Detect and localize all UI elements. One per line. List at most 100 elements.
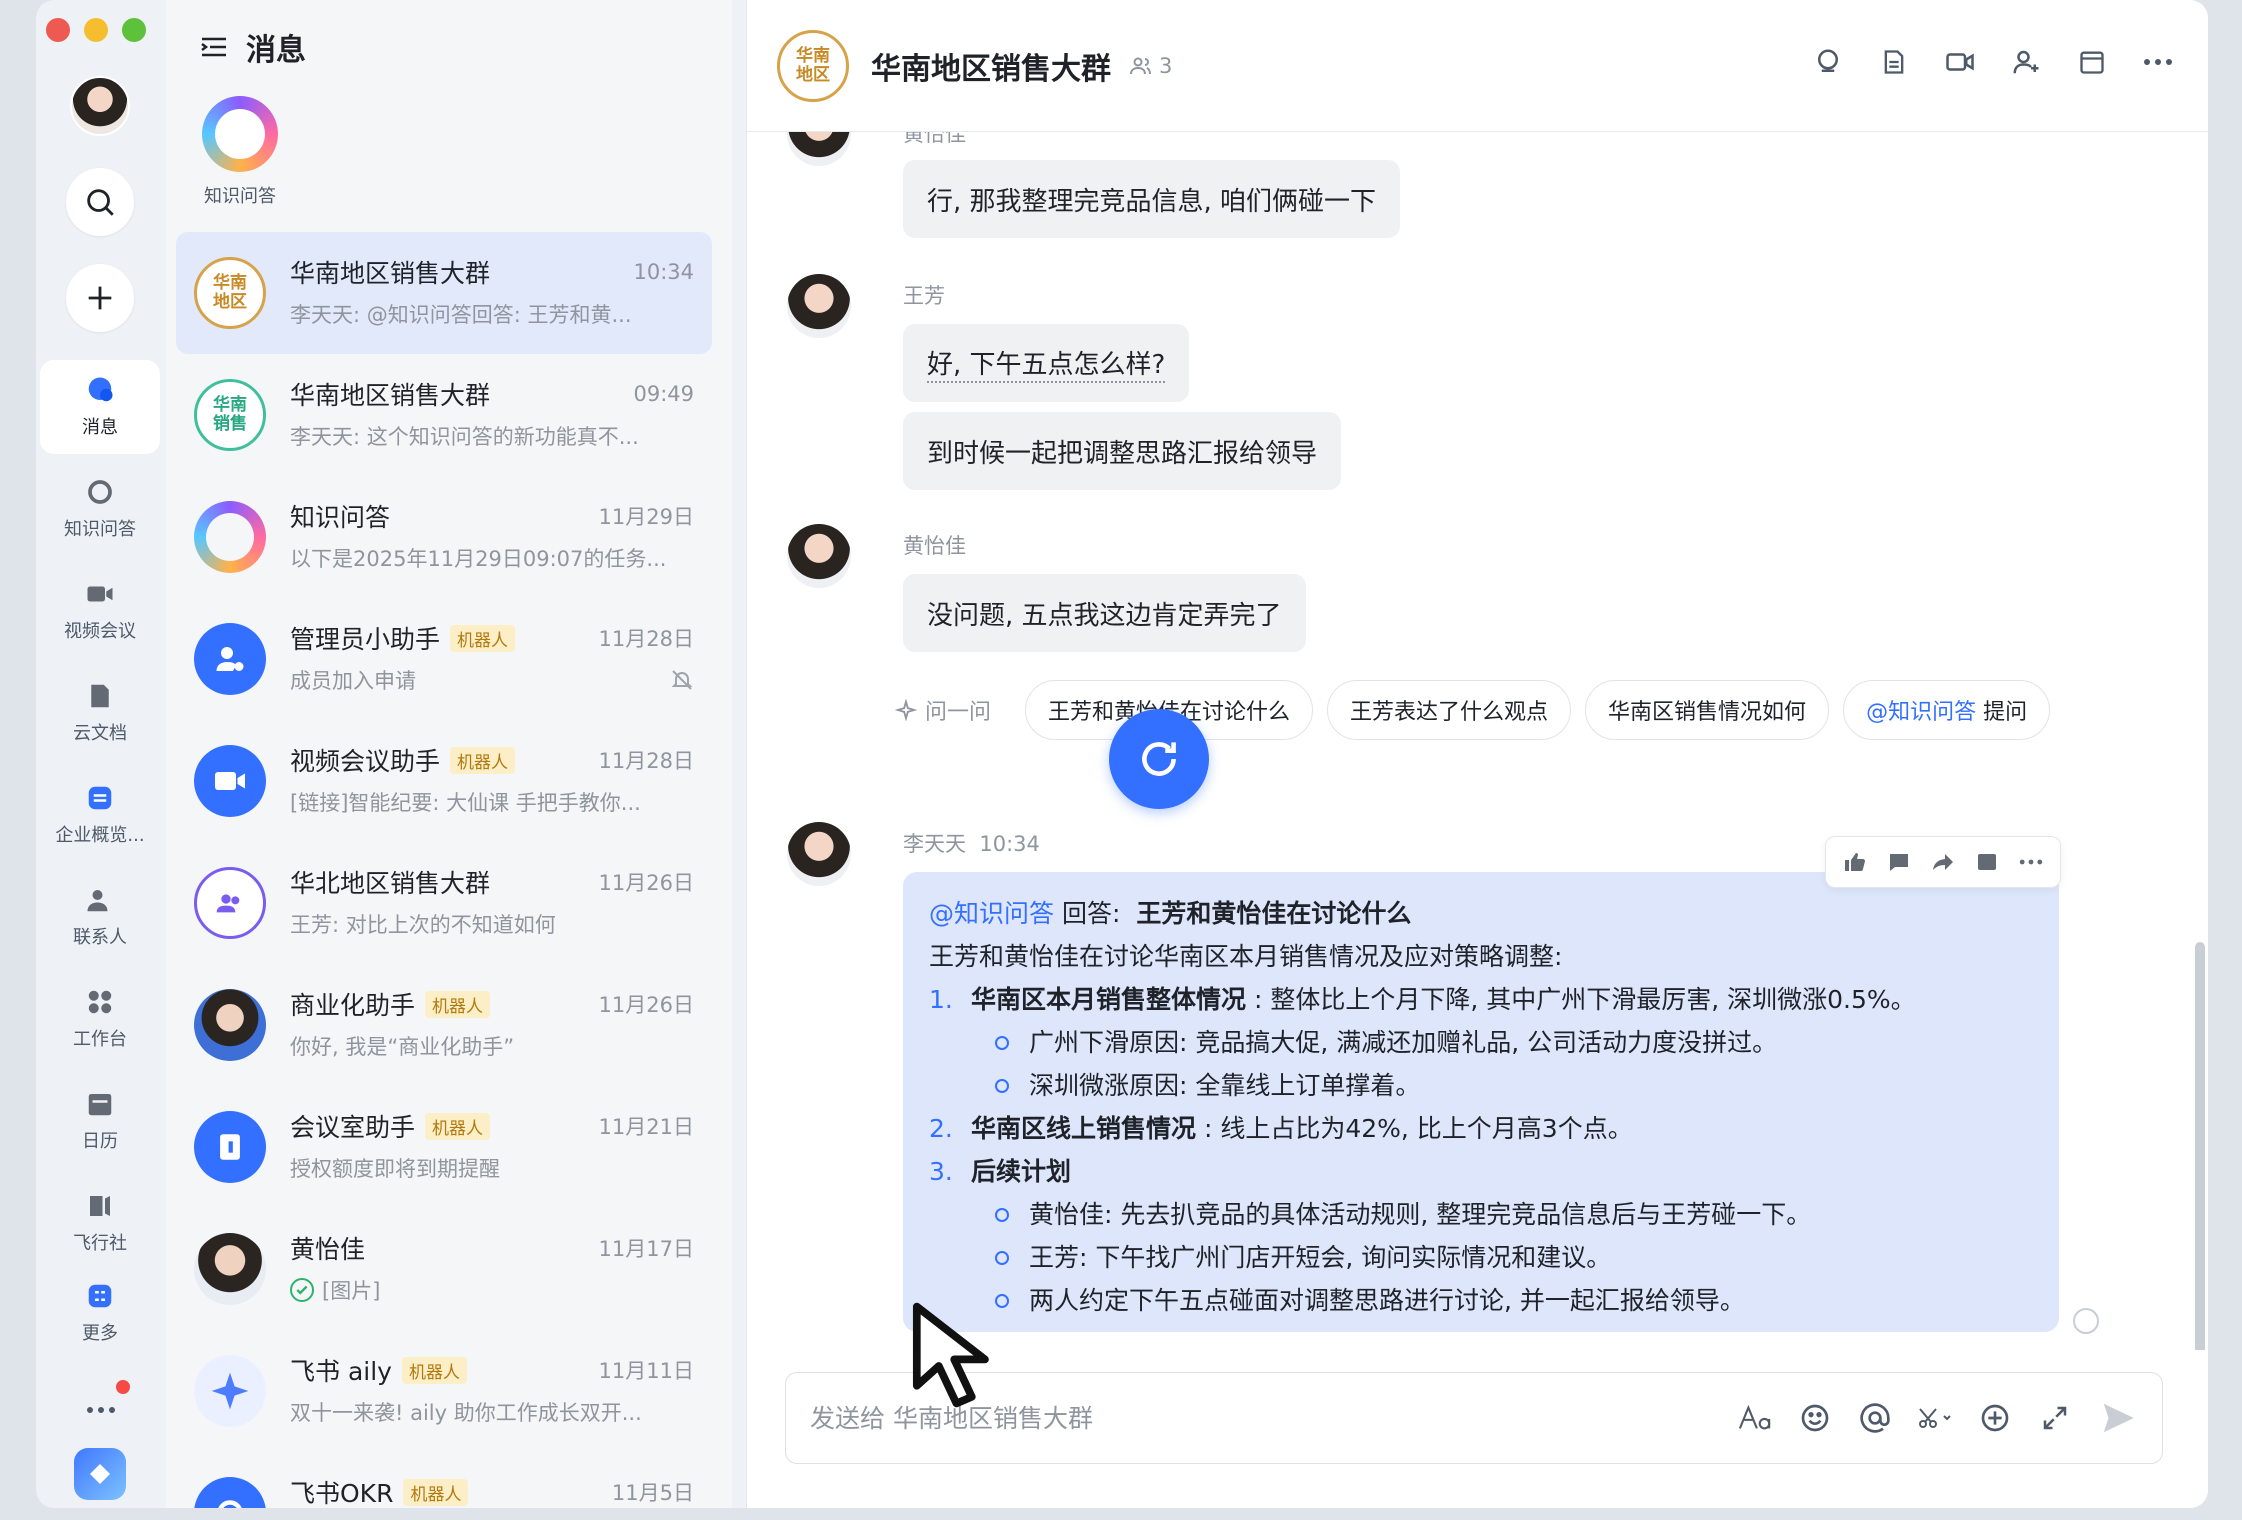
- conversation-item[interactable]: 飞书OKR 机器人 11月5日: [176, 1452, 712, 1508]
- item-text: : 线上占比为42%, 比上个月高3个点。: [1203, 1114, 1633, 1143]
- rail-item-messages[interactable]: 消息: [40, 360, 160, 454]
- scrollbar[interactable]: [2195, 942, 2205, 1350]
- calendar-icon: [2080, 51, 2104, 74]
- rail-item-contacts[interactable]: 联系人: [40, 870, 160, 964]
- message-more-button[interactable]: [2016, 847, 2046, 877]
- rail-overflow-button[interactable]: [76, 1390, 126, 1430]
- video-call-button[interactable]: [1944, 46, 1976, 78]
- create-button[interactable]: [66, 264, 134, 332]
- text-format-button[interactable]: [1738, 1401, 1772, 1435]
- like-button[interactable]: [1840, 847, 1870, 877]
- conversation-item[interactable]: 华北地区销售大群 11月26日 王芳: 对比上次的不知道如何: [176, 842, 712, 964]
- avatar: [194, 1233, 266, 1305]
- lark-app-button[interactable]: [74, 1448, 126, 1500]
- refresh-suggestions-button[interactable]: [1109, 709, 1209, 809]
- answer-sub-item: 广州下滑原因: 竞品搞大促, 满减还加赠礼品, 公司活动力度没拼过。: [929, 1021, 2033, 1064]
- forward-button[interactable]: [1928, 847, 1958, 877]
- close-window-button[interactable]: [46, 18, 70, 42]
- chat-search-icon: [1818, 49, 1838, 72]
- rail-item-flyer[interactable]: 飞行社: [40, 1176, 160, 1270]
- pinned-knowledge-qa[interactable]: 知识问答: [190, 96, 290, 208]
- reply-label: 回答:: [1061, 899, 1121, 928]
- rail-item-label: 更多: [82, 1323, 118, 1344]
- docs-button[interactable]: [1878, 46, 1910, 78]
- conversation-item[interactable]: 商业化助手 机器人 11月26日 你好, 我是“商业化助手”: [176, 964, 712, 1086]
- conversation-item[interactable]: 黄怡佳 11月17日 [图片]: [176, 1208, 712, 1330]
- bot-tag: 机器人: [450, 624, 516, 652]
- calendar-icon: [88, 1094, 112, 1116]
- suggestion-chip[interactable]: 王芳表达了什么观点: [1327, 680, 1572, 740]
- rail-item-label: 工作台: [73, 1029, 127, 1050]
- conversation-name: 黄怡佳: [290, 1235, 366, 1264]
- item-text: : 整体比上个月下降, 其中广州下滑最厉害, 深圳微涨0.5%。: [1253, 985, 1916, 1014]
- attach-button[interactable]: [1978, 1401, 2012, 1435]
- calendar-button[interactable]: [2076, 46, 2108, 78]
- comment-button[interactable]: [1884, 847, 1914, 877]
- conversation-item[interactable]: 飞书 aily 机器人 11月11日 双十一来袭! aily 助你工作成长双开...: [176, 1330, 712, 1452]
- sender-avatar[interactable]: [787, 274, 851, 338]
- rail-item-more[interactable]: 更多: [40, 1278, 160, 1348]
- conversation-item[interactable]: 会议室助手 机器人 11月21日 授权额度即将到期提醒: [176, 1086, 712, 1208]
- add-user-icon: [2013, 50, 2039, 74]
- emoji-button[interactable]: [1798, 1401, 1832, 1435]
- sender-avatar[interactable]: [787, 822, 851, 886]
- group-avatar[interactable]: 华南 地区: [777, 29, 849, 102]
- search-button[interactable]: [66, 168, 134, 236]
- document-icon: [1884, 50, 1904, 74]
- rail-item-knowledge-qa[interactable]: 知识问答: [40, 462, 160, 556]
- conversation-item[interactable]: 华南 地区 华南地区销售大群 10:34 李天天: @知识问答回答: 王芳和黄..…: [176, 232, 712, 354]
- video-camera-icon: [87, 586, 113, 602]
- chat-search-button[interactable]: [1812, 46, 1844, 78]
- cloud-doc-icon: [91, 684, 109, 708]
- message-bubble[interactable]: 没问题, 五点我这边肯定弄完了: [903, 574, 1306, 652]
- screenshot-button[interactable]: [1918, 1401, 1952, 1435]
- collapse-list-icon[interactable]: [200, 35, 228, 59]
- group-people-icon: [194, 867, 266, 939]
- maximize-window-button[interactable]: [122, 18, 146, 42]
- conversation-item[interactable]: 华南 销售 华南地区销售大群 09:49 李天天: 这个知识问答的新功能真不...: [176, 354, 712, 476]
- rail-item-workbench[interactable]: 工作台: [40, 972, 160, 1066]
- conversation-preview: 成员加入申请: [290, 669, 416, 693]
- flyer-icon: [90, 1196, 110, 1216]
- conversation-item[interactable]: 知识问答 11月29日 以下是2025年11月29日09:07的任务...: [176, 476, 712, 598]
- rail-item-calendar[interactable]: 日历: [40, 1074, 160, 1168]
- member-count[interactable]: 3: [1129, 54, 1172, 78]
- item-title: 华南区本月销售整体情况: [971, 985, 1247, 1014]
- message-bubble[interactable]: 好, 下午五点怎么样?: [903, 324, 1190, 402]
- conversation-preview: 授权额度即将到期提醒: [290, 1157, 500, 1181]
- conversation-preview: 双十一来袭! aily 助你工作成长双开...: [290, 1401, 642, 1425]
- add-member-button[interactable]: [2010, 46, 2042, 78]
- rail-item-label: 知识问答: [64, 519, 136, 540]
- chat-panel: 华南 地区 华南地区销售大群 3 黄怡佳 行, 那我整理完竞品信息, 咱们俩碰一…: [746, 0, 2208, 1508]
- message-bubble[interactable]: 到时候一起把调整思路汇报给领导: [903, 412, 1342, 490]
- conversation-time: 11月28日: [598, 627, 694, 651]
- conversation-item[interactable]: 管理员小助手 机器人 11月28日 成员加入申请: [176, 598, 712, 720]
- window-controls: [46, 18, 146, 42]
- answer-bubble[interactable]: @知识问答 回答: 王芳和黄怡佳在讨论什么 王芳和黄怡佳在讨论华南区本月销售情况…: [903, 872, 2059, 1332]
- sender-avatar[interactable]: [787, 132, 851, 166]
- mention-link[interactable]: @知识问答: [929, 899, 1054, 928]
- sender-avatar[interactable]: [787, 524, 851, 588]
- chat-title[interactable]: 华南地区销售大群: [871, 44, 1111, 88]
- conversation-item[interactable]: 视频会议助手 机器人 11月28日 [链接]智能纪要: 大仙课 手把手教你...: [176, 720, 712, 842]
- expand-button[interactable]: [2038, 1401, 2072, 1435]
- sub-item-text: 两人约定下午五点碰面对调整思路进行讨论, 并一起汇报给领导。: [1029, 1286, 1745, 1315]
- ask-knowledge-qa-chip[interactable]: @知识问答 提问: [1843, 680, 2051, 740]
- scissors-icon: [1919, 1408, 1951, 1428]
- suggestion-chip[interactable]: 华南区销售情况如何: [1585, 680, 1830, 740]
- user-avatar[interactable]: [70, 76, 130, 136]
- more-options-button[interactable]: [2142, 46, 2174, 78]
- rail-item-enterprise[interactable]: 企业概览...: [40, 768, 160, 862]
- mention-button[interactable]: [1858, 1401, 1892, 1435]
- enterprise-icon: [88, 786, 112, 810]
- ai-ring-icon: [194, 501, 266, 573]
- quote-button[interactable]: [1972, 847, 2002, 877]
- minimize-window-button[interactable]: [84, 18, 108, 42]
- message-bubble[interactable]: 行, 那我整理完竞品信息, 咱们俩碰一下: [903, 160, 1401, 238]
- rail-item-cloud-docs[interactable]: 云文档: [40, 666, 160, 760]
- send-button[interactable]: [2098, 1398, 2138, 1438]
- list-header: 消息: [166, 0, 732, 94]
- meeting-room-icon: [194, 1111, 266, 1183]
- rail-item-video-meeting[interactable]: 视频会议: [40, 564, 160, 658]
- ellipsis-icon: [2019, 859, 2043, 865]
